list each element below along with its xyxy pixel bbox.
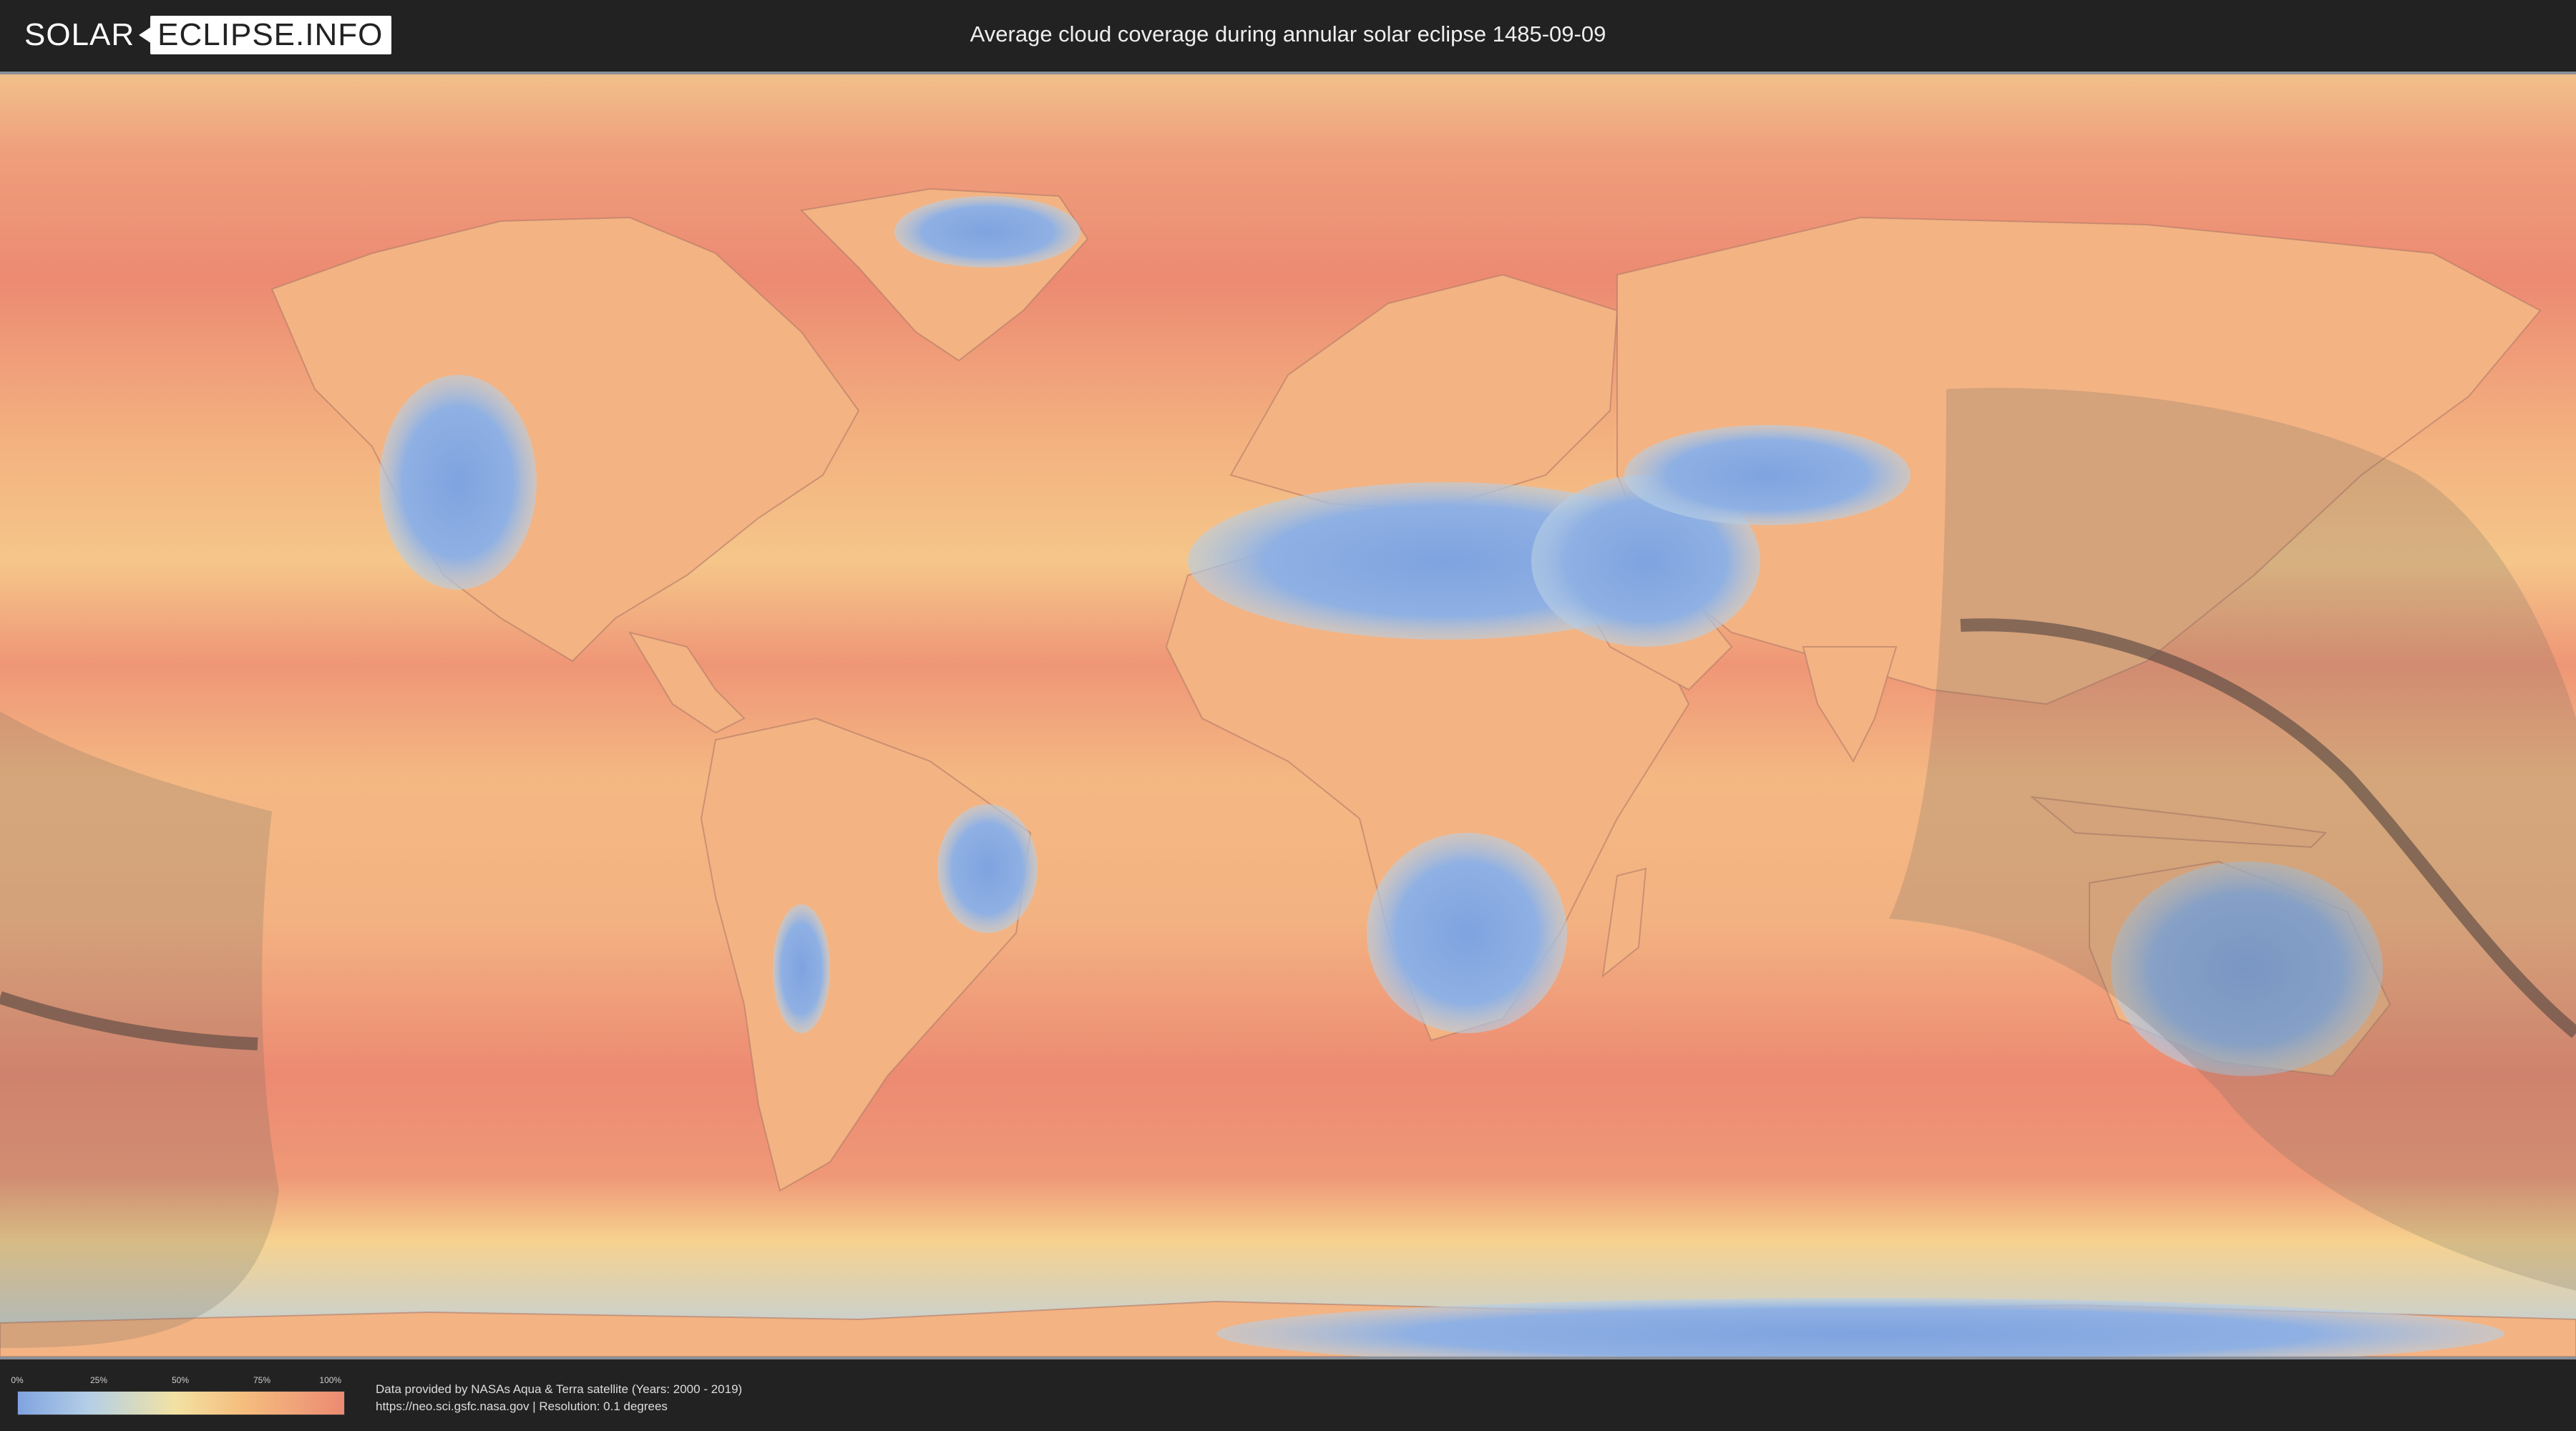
header-bar: SOLAR ECLIPSE.INFO Average cloud coverag… xyxy=(0,0,2576,72)
legend-tick-100: 100% xyxy=(319,1375,342,1385)
legend-tick-25: 25% xyxy=(89,1375,108,1385)
clear-south-africa xyxy=(1367,833,1567,1033)
map-canvas xyxy=(0,74,2576,1357)
clear-brazil-east xyxy=(937,804,1038,933)
legend-tick-75: 75% xyxy=(253,1375,271,1385)
legend-tick-0: 0% xyxy=(11,1375,24,1385)
clear-us-west xyxy=(379,375,537,590)
footer-bar: 0% 25% 50% 75% 100% Data provided by NAS… xyxy=(0,1359,2576,1431)
data-credits: Data provided by NASAs Aqua & Terra sate… xyxy=(376,1381,742,1415)
credit-link[interactable]: https://neo.sci.gsfc.nasa.gov | Resoluti… xyxy=(376,1398,742,1415)
credit-source: Data provided by NASAs Aqua & Terra sate… xyxy=(376,1382,743,1396)
legend-tick-50: 50% xyxy=(171,1375,190,1385)
legend-color-bar xyxy=(17,1391,345,1415)
cloud-coverage-map xyxy=(0,72,2576,1359)
clear-central-asia xyxy=(1624,425,1911,525)
cloud-coverage-legend: 0% 25% 50% 75% 100% xyxy=(11,1375,345,1415)
clear-andes xyxy=(773,904,830,1033)
clear-greenland xyxy=(894,196,1080,268)
page-title: Average cloud coverage during annular so… xyxy=(970,21,1606,47)
